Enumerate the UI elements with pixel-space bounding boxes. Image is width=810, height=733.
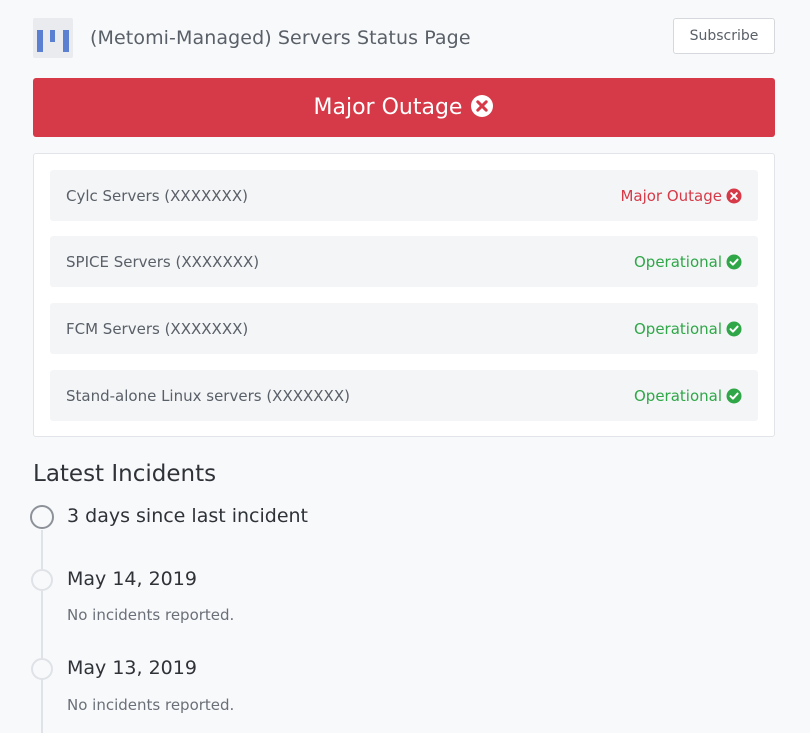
x-circle-icon [470, 94, 494, 118]
incident-date: May 14, 2019 [67, 568, 197, 590]
timeline-dot [30, 505, 54, 529]
check-circle-icon [726, 254, 742, 269]
subscribe-button[interactable]: Subscribe [673, 18, 775, 54]
component-name: FCM Servers (XXXXXXX) [66, 319, 249, 338]
component-status-label: Operational [633, 386, 722, 405]
component-status: Major Outage [620, 187, 742, 205]
x-circle-icon [726, 188, 742, 203]
days-since-incident: 3 days since last incident [67, 505, 309, 527]
check-circle-icon [726, 388, 742, 403]
component-status-label: Operational [633, 252, 722, 271]
component-row-linux[interactable]: Stand-alone Linux servers (XXXXXXX) Oper… [50, 370, 758, 421]
overall-status-banner: Major Outage [33, 78, 775, 137]
incidents-heading: Latest Incidents [33, 461, 217, 487]
component-status: Operational [634, 387, 742, 405]
component-row-spice[interactable]: SPICE Servers (XXXXXXX) Operational [50, 236, 758, 287]
component-status: Operational [634, 320, 742, 338]
statuspage-logo-icon[interactable] [33, 18, 73, 58]
page-header: (Metomi-Managed) Servers Status Page Sub… [33, 18, 775, 58]
component-status-label: Operational [633, 319, 722, 338]
component-status-label: Major Outage [620, 186, 722, 205]
incident-summary: No incidents reported. [67, 696, 235, 714]
incident-summary: No incidents reported. [67, 606, 235, 624]
component-name: SPICE Servers (XXXXXXX) [66, 252, 260, 271]
component-status: Operational [634, 253, 742, 271]
component-row-cylc[interactable]: Cylc Servers (XXXXXXX) Major Outage [50, 170, 758, 221]
timeline-dot [31, 658, 53, 680]
components-panel: Cylc Servers (XXXXXXX) Major Outage SPIC… [33, 153, 775, 437]
page-title: (Metomi-Managed) Servers Status Page [90, 27, 471, 49]
overall-status-label: Major Outage [313, 95, 463, 120]
check-circle-icon [726, 321, 742, 336]
component-name: Cylc Servers (XXXXXXX) [66, 186, 248, 205]
timeline-line [41, 530, 43, 733]
component-name: Stand-alone Linux servers (XXXXXXX) [66, 386, 350, 405]
timeline-dot [31, 569, 53, 591]
component-row-fcm[interactable]: FCM Servers (XXXXXXX) Operational [50, 303, 758, 354]
incident-date: May 13, 2019 [67, 657, 197, 679]
